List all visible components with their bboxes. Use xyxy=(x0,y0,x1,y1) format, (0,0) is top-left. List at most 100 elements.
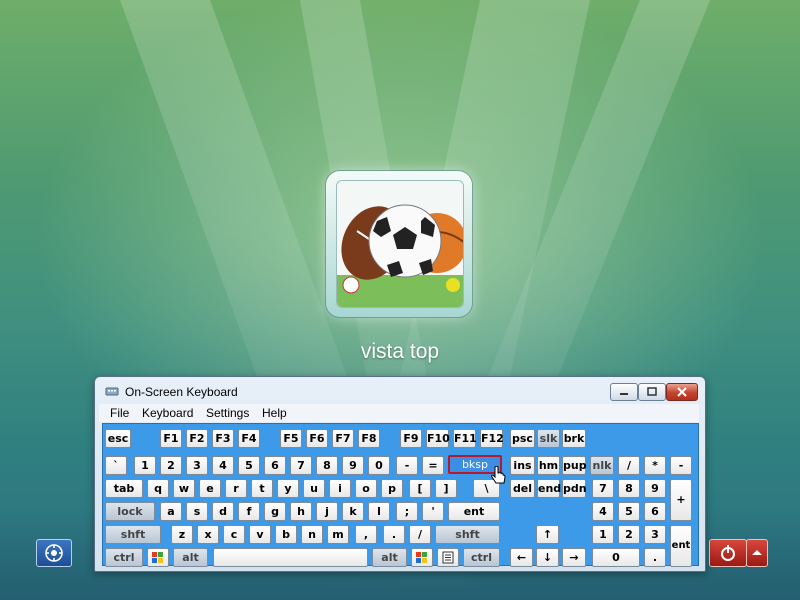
key-b[interactable]: b xyxy=(275,525,297,544)
key-left-shift[interactable]: shft xyxy=(105,525,161,544)
key-f10[interactable]: F10 xyxy=(426,429,450,448)
key-numpad-5[interactable]: 5 xyxy=(618,502,640,521)
key-0[interactable]: 0 xyxy=(368,456,390,475)
key-arrow-left[interactable]: ← xyxy=(510,548,533,567)
menu-keyboard[interactable]: Keyboard xyxy=(142,406,193,420)
key-f8[interactable]: F8 xyxy=(358,429,380,448)
key-numpad-divide[interactable]: / xyxy=(618,456,640,475)
key-3[interactable]: 3 xyxy=(186,456,208,475)
power-button[interactable] xyxy=(709,539,747,567)
menu-help[interactable]: Help xyxy=(262,406,287,420)
key-numpad-6[interactable]: 6 xyxy=(644,502,666,521)
key-1[interactable]: 1 xyxy=(134,456,156,475)
key-w[interactable]: w xyxy=(173,479,195,498)
key-space[interactable] xyxy=(213,548,368,567)
key-numpad-1[interactable]: 1 xyxy=(592,525,614,544)
key-c[interactable]: c xyxy=(223,525,245,544)
key-numpad-multiply[interactable]: * xyxy=(644,456,666,475)
key-o[interactable]: o xyxy=(355,479,377,498)
key-f2[interactable]: F2 xyxy=(186,429,208,448)
key-f11[interactable]: F11 xyxy=(453,429,477,448)
key-numpad-decimal[interactable]: . xyxy=(644,548,666,567)
key-9[interactable]: 9 xyxy=(342,456,364,475)
key-f[interactable]: f xyxy=(238,502,260,521)
user-tile[interactable] xyxy=(326,171,472,317)
key-nlk[interactable]: nlk xyxy=(590,456,614,475)
key-semicolon[interactable]: ; xyxy=(396,502,418,521)
key-h[interactable]: h xyxy=(290,502,312,521)
key-f9[interactable]: F9 xyxy=(400,429,422,448)
key-numpad-plus[interactable]: + xyxy=(670,479,692,521)
key-left-windows[interactable] xyxy=(147,548,169,567)
key-f4[interactable]: F4 xyxy=(238,429,260,448)
key-hm[interactable]: hm xyxy=(537,456,560,475)
key-numpad-9[interactable]: 9 xyxy=(644,479,666,498)
key-j[interactable]: j xyxy=(316,502,338,521)
key-del[interactable]: del xyxy=(510,479,535,498)
key-a[interactable]: a xyxy=(160,502,182,521)
key-right-bracket[interactable]: ] xyxy=(435,479,457,498)
key-esc[interactable]: esc xyxy=(105,429,131,448)
key-numpad-8[interactable]: 8 xyxy=(618,479,640,498)
key-slash[interactable]: / xyxy=(409,525,431,544)
key-numpad-minus[interactable]: - xyxy=(670,456,692,475)
key-pdn[interactable]: pdn xyxy=(562,479,587,498)
key-backtick[interactable]: ` xyxy=(105,456,127,475)
key-pup[interactable]: pup xyxy=(562,456,587,475)
key-4[interactable]: 4 xyxy=(212,456,234,475)
ease-of-access-button[interactable] xyxy=(36,539,72,567)
key-z[interactable]: z xyxy=(171,525,193,544)
key-arrow-up[interactable]: ↑ xyxy=(536,525,559,544)
key-v[interactable]: v xyxy=(249,525,271,544)
minimize-button[interactable] xyxy=(610,383,638,401)
key-left-alt[interactable]: alt xyxy=(173,548,208,567)
key-caps-lock[interactable]: lock xyxy=(105,502,155,521)
key-brk[interactable]: brk xyxy=(562,429,586,448)
key-f7[interactable]: F7 xyxy=(332,429,354,448)
key-psc[interactable]: psc xyxy=(510,429,535,448)
key-menu[interactable] xyxy=(437,548,459,567)
key-u[interactable]: u xyxy=(303,479,325,498)
key-comma[interactable]: , xyxy=(355,525,377,544)
key-f1[interactable]: F1 xyxy=(160,429,182,448)
key-l[interactable]: l xyxy=(368,502,390,521)
key-right-shift[interactable]: shft xyxy=(435,525,500,544)
key-i[interactable]: i xyxy=(329,479,351,498)
key-g[interactable]: g xyxy=(264,502,286,521)
key-m[interactable]: m xyxy=(327,525,349,544)
key-f6[interactable]: F6 xyxy=(306,429,328,448)
key-f12[interactable]: F12 xyxy=(480,429,504,448)
key-e[interactable]: e xyxy=(199,479,221,498)
power-options-button[interactable] xyxy=(746,539,768,567)
key-period[interactable]: . xyxy=(383,525,405,544)
key-s[interactable]: s xyxy=(186,502,208,521)
key-d[interactable]: d xyxy=(212,502,234,521)
key-arrow-down[interactable]: ↓ xyxy=(536,548,559,567)
key-numpad-0[interactable]: 0 xyxy=(592,548,640,567)
key-6[interactable]: 6 xyxy=(264,456,286,475)
key-8[interactable]: 8 xyxy=(316,456,338,475)
key-end[interactable]: end xyxy=(537,479,561,498)
key-quote[interactable]: ' xyxy=(422,502,444,521)
key-right-windows[interactable] xyxy=(411,548,433,567)
menu-file[interactable]: File xyxy=(110,406,129,420)
key-ins[interactable]: ins xyxy=(510,456,535,475)
key-minus[interactable]: - xyxy=(396,456,418,475)
key-f3[interactable]: F3 xyxy=(212,429,234,448)
key-y[interactable]: y xyxy=(277,479,299,498)
key-slk[interactable]: slk xyxy=(537,429,560,448)
key-arrow-right[interactable]: → xyxy=(562,548,586,567)
key-q[interactable]: q xyxy=(147,479,169,498)
key-t[interactable]: t xyxy=(251,479,273,498)
key-left-ctrl[interactable]: ctrl xyxy=(105,548,143,567)
key-r[interactable]: r xyxy=(225,479,247,498)
key-x[interactable]: x xyxy=(197,525,219,544)
key-5[interactable]: 5 xyxy=(238,456,260,475)
key-f5[interactable]: F5 xyxy=(280,429,302,448)
key-right-alt[interactable]: alt xyxy=(372,548,407,567)
key-n[interactable]: n xyxy=(301,525,323,544)
close-button[interactable] xyxy=(666,383,698,401)
key-numpad-3[interactable]: 3 xyxy=(644,525,666,544)
key-2[interactable]: 2 xyxy=(160,456,182,475)
key-numpad-enter[interactable]: ent xyxy=(670,525,692,567)
